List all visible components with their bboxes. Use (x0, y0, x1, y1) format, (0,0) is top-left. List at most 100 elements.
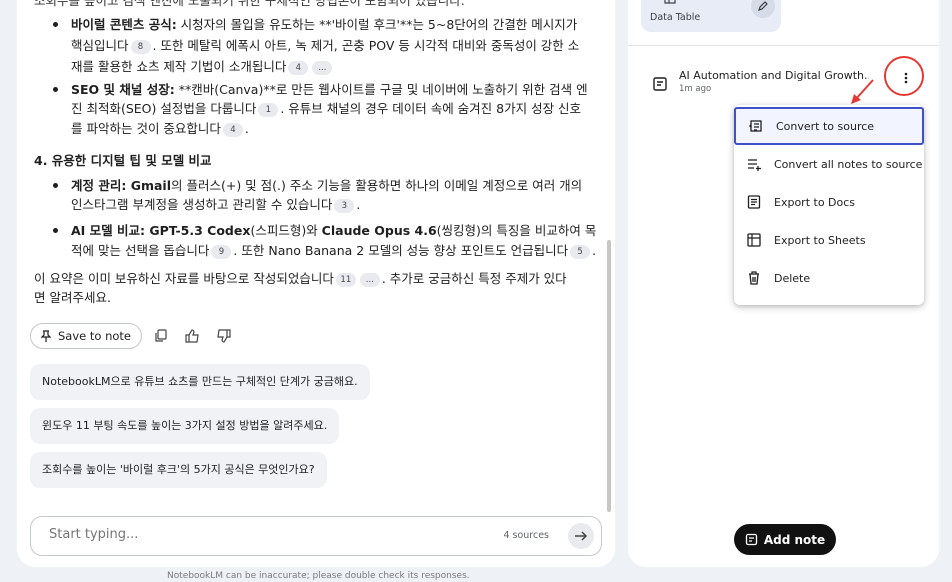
bullet-title: 계정 관리: Gmail (71, 178, 171, 193)
bullet-text: 재를 활용한 쇼츠 제작 기법이 소개됩니다 (71, 59, 287, 74)
menu-item-convert-all-notes[interactable]: Convert all notes to source (734, 145, 924, 183)
thumbs-down-icon (216, 329, 231, 343)
bullet-title: SEO 및 채널 성장: (71, 82, 175, 97)
bullet-seo-line2: 진 최적화(SEO) 설정법을 다룹니다 1. 유튜브 채널의 경우 데이터 속에… (71, 98, 581, 119)
chat-input[interactable]: Start typing... (49, 527, 138, 542)
citation-chip[interactable]: 3 (334, 199, 355, 213)
sheets-icon (746, 232, 762, 248)
suggested-question[interactable]: 조회수를 높이는 '바이럴 후크'의 5가지 공식은 무엇인가요? (30, 452, 327, 488)
bullet-text: 인스타그램 부계정을 생성하고 관리할 수 있습니다 (71, 197, 333, 212)
note-time: 1m ago (679, 84, 712, 94)
citation-chip[interactable]: 1 (258, 103, 279, 117)
citation-chip[interactable]: 4 (222, 123, 243, 137)
thumbs-up-button[interactable] (180, 324, 204, 348)
suggested-question[interactable]: NotebookLM으로 유튜브 쇼츠를 만드는 구체적인 단계가 궁금해요. (30, 364, 370, 400)
copy-button[interactable] (149, 324, 173, 348)
pin-icon (41, 330, 51, 342)
bullet-dot (53, 87, 58, 92)
response-actions: Save to note (30, 323, 235, 349)
bullet-dot (53, 228, 58, 233)
bullet-text: . 또한 메탈릭 에폭시 아트, 녹 제거, 곤충 POV 등 시각적 대비와 … (152, 38, 580, 53)
chat-input-box[interactable]: Start typing... 4 sources (30, 516, 602, 556)
section-heading: 4. 유용한 디지털 팁 및 모델 비교 (34, 153, 212, 168)
bullet-text: 진 최적화(SEO) 설정법을 다룹니다 (71, 101, 257, 116)
menu-item-label: Delete (774, 271, 811, 285)
cut-off-line: 조회수를 높이고 검색 엔진에 노출되기 위한 구체적인 방법론이 포함되어 있… (34, 0, 465, 8)
bullet-ai-line1: AI 모델 비교: GPT-5.3 Codex(스피드형)와 Claude Op… (71, 220, 596, 241)
scrollbar-thumb[interactable] (607, 240, 611, 512)
send-button[interactable] (568, 523, 594, 549)
menu-item-label: Export to Docs (774, 195, 856, 209)
bullet-title: AI 모델 비교: GPT-5.3 Codex (71, 223, 251, 238)
note-add-icon (745, 533, 757, 546)
bullet-viral-line3: 재를 활용한 쇼츠 제작 기법이 소개됩니다 4... (71, 56, 334, 77)
citation-more-chip[interactable]: ... (312, 61, 333, 75)
bullet-text: . 유튜브 채널의 경우 데이터 속에 숨겨진 8가지 성장 신호 (280, 101, 582, 116)
summary-line2: 면 알려주세요. (34, 290, 111, 305)
chat-panel: 조회수를 높이고 검색 엔진에 노출되기 위한 구체적인 방법론이 포함되어 있… (17, 0, 615, 567)
menu-item-export-sheets[interactable]: Export to Sheets (734, 221, 924, 259)
menu-item-convert-to-source[interactable]: Convert to source (734, 107, 924, 145)
bullet-ai-line2: 적에 맞는 선택을 돕습니다 9. 또한 Nano Banana 2 모델의 성능… (71, 243, 597, 259)
citation-chip[interactable]: 8 (130, 40, 151, 54)
bullet-seo-line1: SEO 및 채널 성장: **캔바(Canva)**로 만든 웹사이트를 구글 … (71, 79, 588, 100)
citation-chip[interactable]: 9 (211, 245, 232, 259)
thumbs-up-icon (184, 329, 199, 343)
docs-icon (746, 194, 762, 210)
annotation-arrow (851, 79, 874, 104)
bullet-text: 시청자의 몰입을 유도하는 **'바이럴 후크'**는 5~8단어의 간결한 메… (176, 17, 578, 32)
note-icon (653, 77, 667, 91)
data-table-label: Data Table (650, 12, 701, 23)
bullet-text: . 또한 Nano Banana 2 모델의 성능 향상 포인트도 언급됩니다 (233, 243, 569, 258)
bullet-title: 바이럴 콘텐츠 공식: (71, 17, 177, 32)
menu-item-export-docs[interactable]: Export to Docs (734, 183, 924, 221)
bullet-text: (씽킹형)의 특징을 비교하여 목 (436, 223, 597, 238)
menu-item-label: Convert all notes to source (774, 157, 923, 171)
menu-item-delete[interactable]: Delete (734, 259, 924, 297)
convert-all-icon (746, 156, 762, 172)
more-vert-icon (904, 72, 908, 84)
bullet-viral-line2: 핵심입니다 8. 또한 메탈릭 에폭시 아트, 녹 제거, 곤충 POV 등 시각… (71, 35, 579, 56)
citation-chip[interactable]: 11 (335, 273, 356, 287)
divider (628, 45, 939, 46)
bullet-account-line1: 계정 관리: Gmail의 플러스(+) 및 점(.) 주소 기능을 활용하면 … (71, 175, 582, 196)
copy-icon (155, 329, 167, 342)
bullet-account-line2: 인스타그램 부계정을 생성하고 관리할 수 있습니다 3. (71, 197, 361, 213)
table-icon (664, 0, 676, 4)
bullet-text: (스피드형)와 (250, 223, 322, 238)
bullet-dot (53, 183, 58, 188)
bullet-title: Claude Opus 4.6 (321, 223, 437, 238)
bullet-text: 핵심입니다 (71, 38, 129, 53)
bullet-viral-line1: 바이럴 콘텐츠 공식: 시청자의 몰입을 유도하는 **'바이럴 후크'**는 … (71, 14, 577, 35)
summary-line1: 이 요약은 이미 보유하신 자료를 바탕으로 작성되었습니다 11.... 추가로… (34, 268, 567, 289)
arrow-right-icon (575, 531, 588, 541)
thumbs-down-button[interactable] (211, 324, 235, 348)
summary-text: 이 요약은 이미 보유하신 자료를 바탕으로 작성되었습니다 (34, 271, 334, 286)
citation-chip[interactable]: 4 (288, 61, 309, 75)
bullet-dot (53, 22, 58, 27)
note-context-menu: Convert to source Convert all notes to s… (734, 105, 924, 305)
bullet-seo-line3: 를 파악하는 것이 중요합니다 4. (71, 121, 249, 137)
trash-icon (746, 270, 762, 286)
convert-source-icon (748, 118, 764, 134)
disclaimer: NotebookLM can be inaccurate; please dou… (167, 571, 470, 581)
note-title: AI Automation and Digital Growth... (679, 69, 869, 82)
menu-item-label: Export to Sheets (774, 233, 866, 247)
save-to-note-label: Save to note (58, 329, 131, 343)
citation-more-chip[interactable]: ... (359, 273, 380, 287)
pencil-icon (758, 1, 768, 11)
more-options-button[interactable] (896, 68, 916, 88)
edit-button[interactable] (751, 0, 775, 18)
add-note-label: Add note (763, 532, 826, 547)
summary-text: . 추가로 궁금하신 특정 주제가 있다 (381, 271, 567, 286)
bullet-text: 의 플러스(+) 및 점(.) 주소 기능을 활용하면 하나의 이메일 계정으로… (171, 178, 583, 193)
citation-chip[interactable]: 5 (570, 245, 591, 259)
add-note-button[interactable]: Add note (734, 524, 836, 555)
save-to-note-button[interactable]: Save to note (30, 323, 142, 349)
suggested-question[interactable]: 윈도우 11 부팅 속도를 높이는 3가지 설정 방법을 알려주세요. (30, 408, 340, 444)
data-table-card[interactable]: Data Table (641, 0, 781, 32)
sources-count: 4 sources (503, 530, 549, 541)
bullet-text: 적에 맞는 선택을 돕습니다 (71, 243, 210, 258)
bullet-text: **캔바(Canva)**로 만든 웹사이트를 구글 및 네이버에 노출하기 위… (174, 82, 588, 97)
menu-item-label: Convert to source (776, 119, 875, 133)
